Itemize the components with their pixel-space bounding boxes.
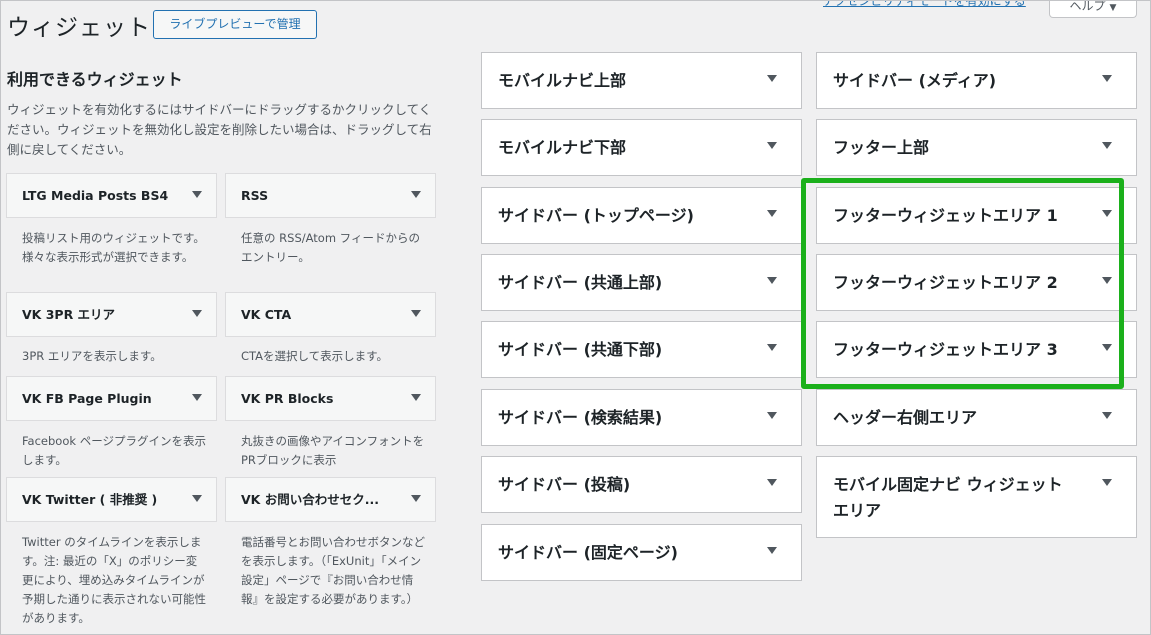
caret-down-icon[interactable] xyxy=(1102,277,1112,284)
sidebar-title: フッターウィジェットエリア 3 xyxy=(833,340,1058,359)
sidebar-title: サイドバー (検索結果) xyxy=(498,408,663,427)
caret-down-icon[interactable] xyxy=(411,495,421,502)
caret-down-icon[interactable] xyxy=(192,394,202,401)
widget-description: 3PR エリアを表示します。 xyxy=(22,349,162,363)
help-button[interactable]: ヘルプ ▼ xyxy=(1049,0,1137,18)
sidebar-mobile-fixed-nav[interactable]: モバイル固定ナビ ウィジェットエリア xyxy=(816,456,1137,538)
help-button-label: ヘルプ xyxy=(1069,0,1106,13)
widget-description: Twitter のタイムラインを表示します。注: 最近の「X」のポリシー変更によ… xyxy=(22,535,206,625)
sidebar-title: フッターウィジェットエリア 1 xyxy=(833,206,1058,225)
sidebar-title: サイドバー (投稿) xyxy=(498,475,631,494)
sidebar-top-page[interactable]: サイドバー (トップページ) xyxy=(481,187,802,244)
widget-rss[interactable]: RSS xyxy=(225,173,436,218)
caret-down-icon[interactable] xyxy=(767,210,777,217)
sidebar-footer-widget-2[interactable]: フッターウィジェットエリア 2 xyxy=(816,254,1137,311)
widget-vk-contact[interactable]: VK お問い合わせセク... xyxy=(225,477,436,522)
widget-description: CTAを選択して表示します。 xyxy=(241,349,389,363)
caret-down-icon[interactable] xyxy=(767,479,777,486)
caret-down-icon[interactable] xyxy=(192,310,202,317)
sidebar-footer-top[interactable]: フッター上部 xyxy=(816,119,1137,176)
widget-vk-twitter[interactable]: VK Twitter ( 非推奨 ) xyxy=(6,477,217,522)
sidebar-title: サイドバー (共通上部) xyxy=(498,273,663,292)
caret-down-icon[interactable] xyxy=(1102,210,1112,217)
caret-down-icon[interactable] xyxy=(767,277,777,284)
widget-title: VK 3PR エリア xyxy=(22,307,116,322)
sidebar-title: サイドバー (共通下部) xyxy=(498,340,663,359)
caret-down-icon[interactable] xyxy=(192,495,202,502)
widget-title: RSS xyxy=(241,188,269,203)
sidebar-title: モバイルナビ上部 xyxy=(498,71,627,90)
caret-down-icon[interactable] xyxy=(767,412,777,419)
caret-down-icon[interactable] xyxy=(192,191,202,198)
caret-down-icon[interactable] xyxy=(767,142,777,149)
widget-vk-3pr[interactable]: VK 3PR エリア xyxy=(6,292,217,337)
accessibility-mode-link[interactable]: アクセシビリティモードを有効にする xyxy=(823,0,1026,9)
sidebar-mobile-nav-top[interactable]: モバイルナビ上部 xyxy=(481,52,802,109)
sidebar-title: フッター上部 xyxy=(833,138,930,157)
widget-vk-cta[interactable]: VK CTA xyxy=(225,292,436,337)
sidebar-title: フッターウィジェットエリア 2 xyxy=(833,273,1058,292)
sidebar-footer-widget-3[interactable]: フッターウィジェットエリア 3 xyxy=(816,321,1137,378)
widget-title: VK Twitter ( 非推奨 ) xyxy=(22,492,158,507)
available-widgets-title: 利用できるウィジェット xyxy=(7,70,183,89)
sidebar-mobile-nav-bottom[interactable]: モバイルナビ下部 xyxy=(481,119,802,176)
widget-title: VK お問い合わせセク... xyxy=(241,492,379,507)
sidebar-title: モバイル固定ナビ ウィジェットエリア xyxy=(833,475,1063,520)
widget-description: 電話番号とお問い合わせボタンなどを表示します。（「ExUnit」「メイン設定」ペ… xyxy=(241,535,425,606)
caret-down-icon[interactable] xyxy=(411,394,421,401)
available-widgets-description: ウィジェットを有効化するにはサイドバーにドラッグするかクリックしてください。ウィ… xyxy=(7,102,432,157)
page-title: ウィジェット xyxy=(7,15,151,41)
sidebar-title: サイドバー (メディア) xyxy=(833,71,997,90)
sidebar-title: サイドバー (固定ページ) xyxy=(498,543,678,562)
caret-down-icon[interactable] xyxy=(1102,344,1112,351)
sidebar-search-results[interactable]: サイドバー (検索結果) xyxy=(481,389,802,446)
caret-down-icon[interactable] xyxy=(1102,142,1112,149)
sidebar-title: モバイルナビ下部 xyxy=(498,138,627,157)
sidebar-title: サイドバー (トップページ) xyxy=(498,206,694,225)
widget-ltg-media-posts[interactable]: LTG Media Posts BS4 xyxy=(6,173,217,218)
widget-title: VK CTA xyxy=(241,307,292,322)
caret-down-icon: ▼ xyxy=(1109,3,1117,13)
caret-down-icon[interactable] xyxy=(1102,75,1112,82)
sidebar-common-bottom[interactable]: サイドバー (共通下部) xyxy=(481,321,802,378)
widget-vk-pr-blocks[interactable]: VK PR Blocks xyxy=(225,376,436,421)
widget-description: Facebook ページプラグインを表示します。 xyxy=(22,434,206,467)
widget-title: VK PR Blocks xyxy=(241,391,334,406)
caret-down-icon[interactable] xyxy=(1102,412,1112,419)
widget-description: 投稿リスト用のウィジェットです。様々な表示形式が選択できます。 xyxy=(22,231,205,264)
caret-down-icon[interactable] xyxy=(767,547,777,554)
caret-down-icon[interactable] xyxy=(767,75,777,82)
caret-down-icon[interactable] xyxy=(411,191,421,198)
widget-description: 任意の RSS/Atom フィードからのエントリー。 xyxy=(241,231,420,264)
widget-description: 丸抜きの画像やアイコンフォントをPRブロックに表示 xyxy=(241,434,425,467)
sidebar-media[interactable]: サイドバー (メディア) xyxy=(816,52,1137,109)
sidebar-footer-widget-1[interactable]: フッターウィジェットエリア 1 xyxy=(816,187,1137,244)
widget-title: VK FB Page Plugin xyxy=(22,391,152,406)
caret-down-icon[interactable] xyxy=(767,344,777,351)
sidebar-title: ヘッダー右側エリア xyxy=(833,408,978,427)
widget-title: LTG Media Posts BS4 xyxy=(22,188,169,203)
caret-down-icon[interactable] xyxy=(411,310,421,317)
widget-vk-fb-page[interactable]: VK FB Page Plugin xyxy=(6,376,217,421)
sidebar-header-right[interactable]: ヘッダー右側エリア xyxy=(816,389,1137,446)
sidebar-post[interactable]: サイドバー (投稿) xyxy=(481,456,802,513)
sidebar-fixed-page[interactable]: サイドバー (固定ページ) xyxy=(481,524,802,581)
caret-down-icon[interactable] xyxy=(1102,479,1112,486)
sidebar-common-top[interactable]: サイドバー (共通上部) xyxy=(481,254,802,311)
manage-live-preview-button[interactable]: ライブプレビューで管理 xyxy=(153,10,317,39)
